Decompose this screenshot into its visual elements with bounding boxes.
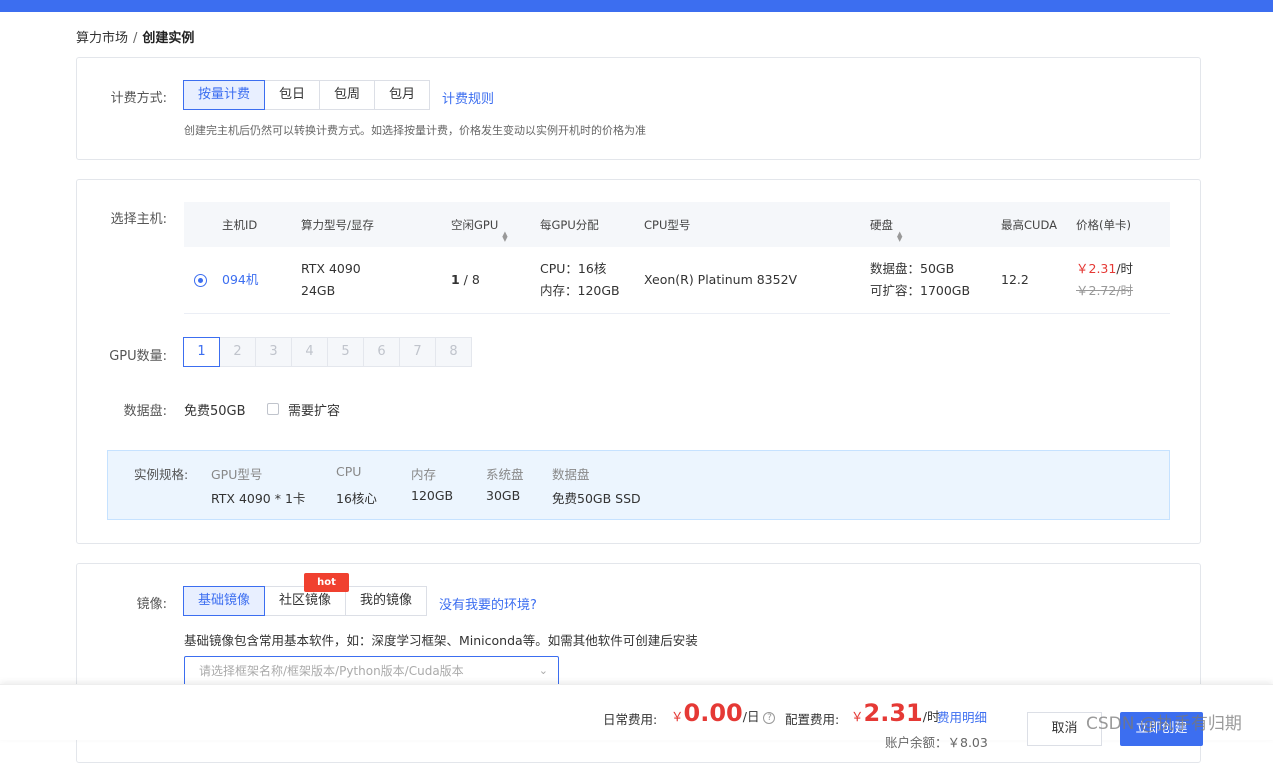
- config-cost-label: 配置费用:: [785, 712, 840, 727]
- spec-label: 实例规格:: [134, 467, 189, 482]
- cuda-version: 12.2: [1001, 272, 1029, 287]
- sort-icon[interactable]: ▲ ▼: [502, 231, 507, 243]
- daily-cost-label: 日常费用:: [603, 712, 658, 727]
- col-model: 算力型号/显存: [301, 218, 374, 232]
- image-hint: 基础镜像包含常用基本软件，如：深度学习框架、Miniconda等。如需其他软件可…: [184, 633, 698, 648]
- daily-cost-value: 0.00: [683, 699, 743, 727]
- daily-unit: /日: [742, 709, 760, 724]
- sort-icon[interactable]: ▲ ▼: [897, 231, 902, 243]
- gpu-count-option[interactable]: 5: [327, 337, 364, 367]
- gpu-count-label: GPU数量:: [109, 349, 167, 364]
- gpu-count-options: 1 2 3 4 5 6 7 8: [183, 337, 472, 367]
- spec-header: 内存: [411, 467, 437, 482]
- config-currency: ￥: [851, 709, 864, 724]
- price-now: ￥2.31: [1076, 261, 1117, 276]
- spec-value: 16核心: [336, 491, 377, 506]
- col-price: 价格(单卡): [1076, 218, 1131, 232]
- tab-base-image[interactable]: 基础镜像: [183, 586, 266, 616]
- table-row[interactable]: 094机 RTX 4090 24GB 1 / 8 CPU：16核 内存：120G…: [184, 247, 1170, 314]
- hot-badge: hot: [304, 573, 349, 592]
- help-icon[interactable]: ?: [763, 711, 776, 724]
- billing-option-weekly[interactable]: 包周: [319, 80, 376, 110]
- col-free-gpu-label: 空闲GPU: [451, 218, 499, 232]
- env-request-link[interactable]: 没有我要的环境?: [439, 594, 537, 613]
- data-disk-label: 数据盘:: [123, 404, 167, 419]
- data-disk-size: 数据盘：50GB: [870, 261, 955, 276]
- cpu-model: Xeon(R) Platinum 8352V: [644, 272, 798, 287]
- billing-option-daily[interactable]: 包日: [264, 80, 321, 110]
- config-cost-value: 2.31: [863, 699, 923, 727]
- col-cpu-model: CPU型号: [644, 218, 691, 232]
- col-free-gpu[interactable]: 空闲GPU ▲ ▼: [451, 217, 508, 243]
- daily-currency: ￥: [671, 709, 684, 724]
- gpu-count-option[interactable]: 3: [255, 337, 292, 367]
- tab-my-image[interactable]: 我的镜像: [345, 586, 428, 616]
- col-per-gpu: 每GPU分配: [540, 218, 599, 232]
- host-id[interactable]: 094机: [222, 269, 258, 291]
- gpu-count-option[interactable]: 8: [435, 337, 472, 367]
- breadcrumb-current: 创建实例: [142, 31, 195, 46]
- host-model: RTX 4090: [301, 261, 361, 276]
- host-table-header: 主机ID 算力型号/显存 空闲GPU ▲ ▼ 每GPU分配 CPU型号 硬盘 ▲ ▼ 最…: [184, 202, 1170, 247]
- cpu-alloc: CPU：16核: [540, 261, 607, 276]
- cost-footer: 日常费用: ￥0.00/日? 配置费用: ￥2.31/时 费用明细 账户余额：￥…: [0, 684, 1273, 750]
- price-old: ￥2.72/时: [1076, 283, 1134, 298]
- cost-detail-link[interactable]: 费用明细: [937, 707, 987, 726]
- host-label: 选择主机:: [110, 212, 167, 227]
- expand-label[interactable]: 需要扩容: [288, 400, 340, 419]
- col-cuda: 最高CUDA: [1001, 218, 1057, 232]
- gpu-count-option[interactable]: 6: [363, 337, 400, 367]
- billing-card: 计费方式: 按量计费 包日 包周 包月 计费规则 创建完主机后仍然可以转换计费方…: [76, 57, 1201, 160]
- host-vram: 24GB: [301, 283, 336, 298]
- data-disk-value: 免费50GB: [184, 404, 246, 419]
- spec-header: GPU型号: [211, 467, 263, 482]
- breadcrumb-parent[interactable]: 算力市场: [76, 31, 128, 46]
- billing-label: 计费方式:: [110, 91, 167, 106]
- spec-header: CPU: [336, 464, 362, 479]
- spec-value: 30GB: [486, 488, 521, 503]
- breadcrumb-separator: /: [133, 31, 138, 46]
- billing-option-hourly[interactable]: 按量计费: [183, 80, 266, 110]
- gpu-count-option[interactable]: 2: [219, 337, 256, 367]
- spec-header: 数据盘: [552, 467, 590, 482]
- free-gpu-count: 1: [451, 272, 460, 287]
- account-balance: 账户余额：￥8.03: [885, 735, 988, 750]
- expand-checkbox[interactable]: [267, 403, 279, 415]
- gpu-count-option[interactable]: 4: [291, 337, 328, 367]
- chevron-down-icon: ⌄: [538, 664, 548, 677]
- gpu-count-option[interactable]: 1: [183, 337, 220, 367]
- spec-value: 120GB: [411, 488, 454, 503]
- col-host-id: 主机ID: [222, 218, 258, 232]
- billing-options: 按量计费 包日 包周 包月: [183, 80, 431, 110]
- image-label: 镜像:: [136, 597, 167, 612]
- billing-rules-link[interactable]: 计费规则: [442, 88, 494, 107]
- spec-value: RTX 4090 * 1卡: [211, 491, 306, 506]
- mem-alloc: 内存：120GB: [540, 283, 620, 298]
- billing-option-monthly[interactable]: 包月: [374, 80, 431, 110]
- framework-select[interactable]: 请选择框架名称/框架版本/Python版本/Cuda版本 ⌄: [184, 656, 559, 686]
- framework-select-placeholder: 请选择框架名称/框架版本/Python版本/Cuda版本: [199, 664, 464, 678]
- host-table: 主机ID 算力型号/显存 空闲GPU ▲ ▼ 每GPU分配 CPU型号 硬盘 ▲ ▼ 最…: [184, 202, 1170, 314]
- price-unit: /时: [1116, 261, 1134, 276]
- col-disk-label: 硬盘: [870, 218, 893, 232]
- csdn-watermark: CSDN @执手有归期: [1086, 714, 1242, 734]
- host-card: 选择主机: 主机ID 算力型号/显存 空闲GPU ▲ ▼ 每GPU分配 CPU型号 …: [76, 179, 1201, 544]
- gpu-count-option[interactable]: 7: [399, 337, 436, 367]
- spec-header: 系统盘: [486, 467, 524, 482]
- col-disk[interactable]: 硬盘 ▲ ▼: [870, 217, 902, 243]
- breadcrumb: 算力市场 / 创建实例: [76, 27, 194, 46]
- top-accent-bar: [0, 0, 1273, 12]
- spec-value: 免费50GB SSD: [552, 491, 641, 506]
- expandable-size: 可扩容：1700GB: [870, 283, 971, 298]
- spec-summary: 实例规格: GPU型号 CPU 内存 系统盘 数据盘 RTX 4090 * 1卡…: [107, 450, 1170, 520]
- billing-hint: 创建完主机后仍然可以转换计费方式。如选择按量计费，价格发生变动以实例开机时的价格…: [184, 124, 646, 137]
- total-gpu-count: / 8: [459, 272, 480, 287]
- radio-selected-icon[interactable]: [194, 274, 207, 287]
